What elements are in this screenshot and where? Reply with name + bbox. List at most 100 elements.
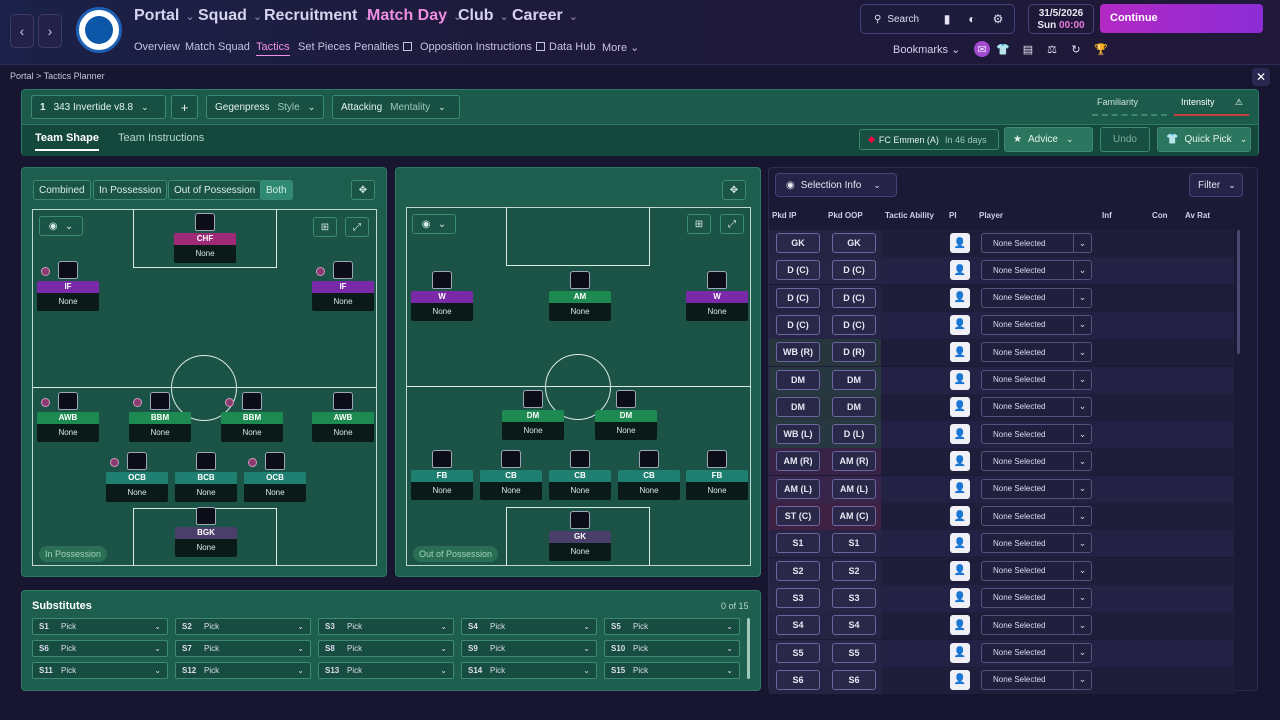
picked-ip-position[interactable]: ST (C)	[776, 506, 820, 526]
scrollbar[interactable]	[747, 618, 750, 679]
player-position-card[interactable]: W None	[686, 291, 748, 321]
nav-club[interactable]: Club ⌄	[458, 7, 509, 25]
substitute-slot[interactable]: S7 Pick ⌄	[175, 640, 311, 657]
player-position-card[interactable]: BGK None	[175, 527, 237, 557]
bookmarks-dropdown[interactable]: Bookmarks ⌄	[893, 43, 960, 56]
picked-oop-position[interactable]: S2	[832, 560, 876, 581]
add-tactic-button[interactable]: +	[171, 95, 198, 119]
brain-icon[interactable]: ◐	[962, 9, 982, 29]
subnav-set-pieces[interactable]: Set Pieces	[298, 41, 351, 53]
expand-icon[interactable]: ⤢	[720, 214, 744, 234]
picked-ip-position[interactable]: D (C)	[776, 260, 820, 281]
undo-button[interactable]: Undo	[1100, 127, 1150, 152]
player-instructions-icon[interactable]: 👤	[950, 260, 970, 281]
toggle-in-possession[interactable]: In Possession	[93, 180, 168, 200]
visibility-toggle[interactable]: ◉ ⌄	[412, 214, 456, 234]
search-button[interactable]: ⚲ Search	[866, 8, 932, 30]
nav-portal[interactable]: Portal ⌄	[134, 7, 195, 25]
trophy-icon[interactable]: 🏆	[1093, 41, 1109, 57]
header-inf[interactable]: Inf	[1102, 211, 1112, 220]
player-select[interactable]: None Selected ⌄	[981, 233, 1092, 253]
picked-oop-position[interactable]: D (R)	[832, 342, 876, 363]
player-select[interactable]: None Selected ⌄	[981, 424, 1092, 445]
advice-button[interactable]: ★ Advice ⌄	[1004, 127, 1093, 152]
player-select[interactable]: None Selected ⌄	[981, 642, 1092, 663]
player-position-card[interactable]: OCB None	[106, 472, 168, 502]
formation-tools-icon[interactable]: ✥	[722, 180, 746, 200]
player-instructions-icon[interactable]: 👤	[950, 342, 970, 363]
substitute-slot[interactable]: S12 Pick ⌄	[175, 662, 311, 679]
substitute-slot[interactable]: S11 Pick ⌄	[32, 662, 168, 679]
nav-recruitment[interactable]: Recruitment ⌄	[264, 7, 373, 25]
player-select[interactable]: None Selected ⌄	[981, 314, 1092, 335]
player-select[interactable]: None Selected ⌄	[981, 506, 1092, 526]
picked-oop-position[interactable]: GK	[832, 233, 876, 253]
player-instructions-icon[interactable]: 👤	[950, 233, 970, 253]
subnav-match-squad[interactable]: Match Squad	[185, 41, 250, 53]
picked-oop-position[interactable]: D (C)	[832, 260, 876, 281]
nav-match-day[interactable]: Match Day ⌄	[367, 7, 462, 25]
picked-ip-position[interactable]: DM	[776, 396, 820, 417]
picked-ip-position[interactable]: S3	[776, 587, 820, 608]
player-instructions-icon[interactable]: 👤	[950, 369, 970, 390]
substitute-slot[interactable]: S13 Pick ⌄	[318, 662, 454, 679]
player-instructions-icon[interactable]: 👤	[950, 451, 970, 472]
player-position-card[interactable]: AWB None	[312, 412, 374, 442]
player-position-card[interactable]: BBM None	[221, 412, 283, 442]
player-position-card[interactable]: AM None	[549, 291, 611, 321]
substitute-slot[interactable]: S15 Pick ⌄	[604, 662, 740, 679]
refresh-icon[interactable]: ↻	[1068, 41, 1084, 57]
header-player[interactable]: Player	[979, 211, 1003, 220]
tab-team-instructions[interactable]: Team Instructions	[118, 132, 204, 144]
player-position-card[interactable]: BBM None	[129, 412, 191, 442]
substitute-slot[interactable]: S3 Pick ⌄	[318, 618, 454, 635]
picked-ip-position[interactable]: D (C)	[776, 287, 820, 308]
substitute-slot[interactable]: S2 Pick ⌄	[175, 618, 311, 635]
player-position-card[interactable]: CB None	[618, 470, 680, 500]
scrollbar[interactable]	[1237, 230, 1240, 354]
picked-ip-position[interactable]: S5	[776, 642, 820, 663]
picked-oop-position[interactable]: AM (L)	[832, 478, 876, 499]
tactic-selector[interactable]: 1 343 Invertide v8.8 ⌄	[31, 95, 166, 119]
player-select[interactable]: None Selected ⌄	[981, 396, 1092, 417]
tab-team-shape[interactable]: Team Shape	[35, 132, 99, 151]
player-select[interactable]: None Selected ⌄	[981, 560, 1092, 581]
picked-oop-position[interactable]: D (L)	[832, 424, 876, 445]
quick-pick-button[interactable]: 👕 Quick Pick ⌄	[1157, 127, 1251, 152]
document-icon[interactable]: ▤	[1020, 41, 1036, 57]
substitute-slot[interactable]: S5 Pick ⌄	[604, 618, 740, 635]
picked-oop-position[interactable]: D (C)	[832, 314, 876, 335]
player-instructions-icon[interactable]: 👤	[950, 287, 970, 308]
picked-oop-position[interactable]: S5	[832, 642, 876, 663]
breadcrumb-portal[interactable]: Portal	[10, 71, 34, 81]
picked-oop-position[interactable]: S4	[832, 615, 876, 636]
player-select[interactable]: None Selected ⌄	[981, 669, 1092, 690]
player-position-card[interactable]: AWB None	[37, 412, 99, 442]
forward-arrow-icon[interactable]: ›	[38, 14, 62, 48]
toggle-both[interactable]: Both	[260, 180, 293, 200]
player-select[interactable]: None Selected ⌄	[981, 587, 1092, 608]
substitute-slot[interactable]: S9 Pick ⌄	[461, 640, 597, 657]
picked-ip-position[interactable]: WB (L)	[776, 424, 820, 445]
header-pkd-ip[interactable]: Pkd IP	[772, 211, 796, 220]
nav-squad[interactable]: Squad ⌄	[198, 7, 262, 25]
substitute-slot[interactable]: S6 Pick ⌄	[32, 640, 168, 657]
player-position-card[interactable]: FB None	[411, 470, 473, 500]
subnav-tactics[interactable]: Tactics	[256, 41, 290, 56]
picked-oop-position[interactable]: S1	[832, 533, 876, 554]
picked-ip-position[interactable]: S6	[776, 669, 820, 690]
grid-icon[interactable]: ⊞	[313, 217, 337, 237]
player-instructions-icon[interactable]: 👤	[950, 587, 970, 608]
player-position-card[interactable]: CB None	[549, 470, 611, 500]
substitute-slot[interactable]: S4 Pick ⌄	[461, 618, 597, 635]
player-select[interactable]: None Selected ⌄	[981, 260, 1092, 281]
expand-icon[interactable]: ⤢	[345, 217, 369, 237]
picked-oop-position[interactable]: D (C)	[832, 287, 876, 308]
player-select[interactable]: None Selected ⌄	[981, 369, 1092, 390]
player-instructions-icon[interactable]: 👤	[950, 642, 970, 663]
grid-icon[interactable]: ⊞	[687, 214, 711, 234]
player-select[interactable]: None Selected ⌄	[981, 342, 1092, 363]
player-position-card[interactable]: DM None	[595, 410, 657, 440]
picked-ip-position[interactable]: S4	[776, 615, 820, 636]
subnav-overview[interactable]: Overview	[134, 41, 180, 53]
